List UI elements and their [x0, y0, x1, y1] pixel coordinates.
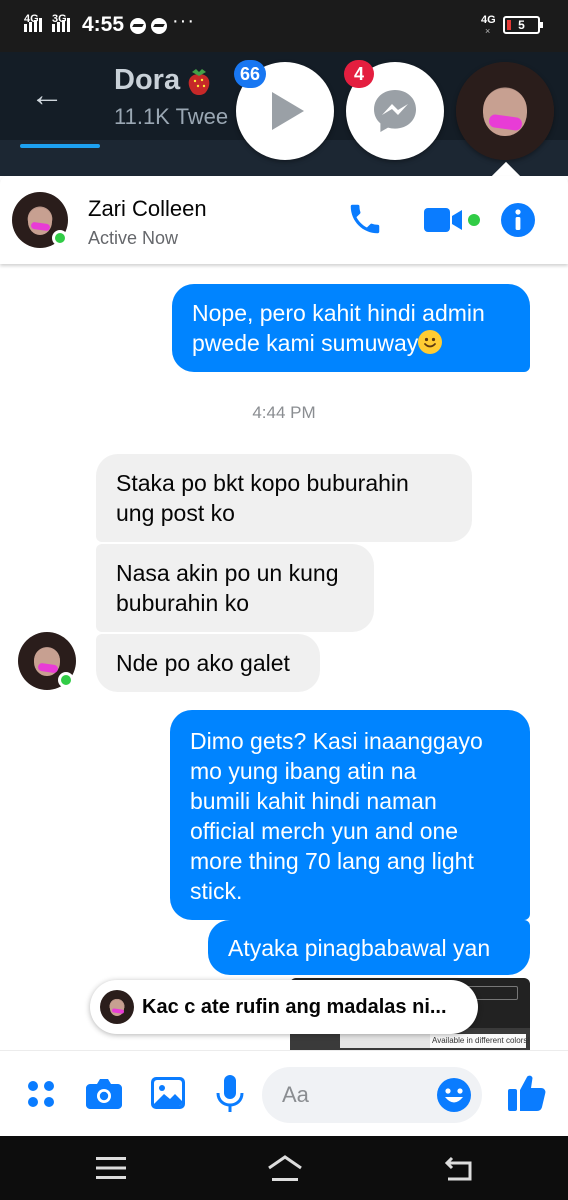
message-sent[interactable]: Dimo gets? Kasi inaanggayo mo yung ibang… [170, 710, 530, 920]
phone-icon[interactable] [346, 200, 384, 238]
signal-icon [24, 18, 42, 32]
battery-level: 5 [518, 18, 525, 32]
new-message-text: Kac c ate rufin ang madalas ni... [142, 996, 447, 1018]
chat-head-video[interactable]: 66 [234, 60, 334, 160]
tweet-count: 11.1K Twee [114, 104, 229, 129]
message-composer: Aa [0, 1050, 568, 1136]
chat-head-messenger[interactable]: 4 [344, 60, 444, 160]
messenger-icon [374, 90, 416, 132]
message-received[interactable]: Staka po bkt kopo buburahin ung post ko [96, 454, 472, 542]
messenger-notification-icon [130, 18, 146, 34]
status-bar: 4G 3G 4:55 ··· 4G × 5 [0, 0, 568, 52]
microphone-icon[interactable] [216, 1075, 244, 1113]
no-signal-icon: × [485, 26, 491, 36]
messenger-notification-icon-2 [151, 18, 167, 34]
preview-caption: Available in different colors! [432, 1036, 530, 1045]
play-icon [272, 92, 304, 130]
message-sent[interactable]: Nope, pero kahit hindi admin pwede kami … [172, 284, 530, 372]
new-message-preview[interactable]: Kac c ate rufin ang madalas ni... [90, 980, 478, 1034]
message-sent[interactable]: Atyaka pinagbabawal yan [208, 920, 530, 975]
menu-dots-icon[interactable] [26, 1079, 56, 1109]
emoji-icon[interactable] [436, 1077, 472, 1113]
strawberry-emoji-icon [188, 69, 210, 95]
active-indicator [58, 672, 74, 688]
message-timestamp: 4:44 PM [252, 403, 316, 422]
recent-apps-icon[interactable] [96, 1156, 126, 1180]
back-arrow-icon[interactable]: ← [30, 76, 64, 115]
thumbs-up-icon[interactable] [508, 1073, 546, 1113]
unread-badge: 66 [234, 60, 267, 88]
message-received[interactable]: Nasa akin po un kung buburahin ko [96, 544, 374, 632]
network-type-right: 4G [481, 14, 496, 26]
more-notifications-icon: ··· [172, 10, 195, 32]
gallery-icon[interactable] [151, 1077, 185, 1109]
video-active-dot [468, 214, 480, 226]
chat-header: Zari Colleen Active Now [0, 176, 568, 264]
active-indicator [52, 230, 68, 246]
battery-icon: 5 [503, 16, 543, 34]
contact-status: Active Now [88, 228, 179, 248]
clock: 4:55 [82, 13, 125, 36]
home-icon[interactable] [266, 1154, 304, 1184]
back-icon[interactable] [444, 1154, 474, 1182]
contact-name[interactable]: Zari Colleen [88, 196, 207, 222]
message-input[interactable]: Aa [262, 1067, 482, 1123]
video-call-icon[interactable] [424, 206, 466, 234]
avatar [100, 990, 134, 1024]
camera-icon[interactable] [86, 1077, 122, 1109]
chat-head-zari[interactable] [456, 62, 554, 160]
unread-badge: 4 [344, 60, 374, 88]
message-input-placeholder: Aa [282, 1082, 309, 1107]
info-icon[interactable] [500, 202, 536, 238]
slightly-smiling-face-emoji-icon [418, 330, 443, 354]
signal-icon-2 [52, 18, 70, 32]
system-navigation-bar [0, 1136, 568, 1200]
profile-name: Dora [114, 64, 181, 96]
avatar [456, 62, 554, 160]
message-received[interactable]: Nde po ako galet [96, 634, 320, 692]
